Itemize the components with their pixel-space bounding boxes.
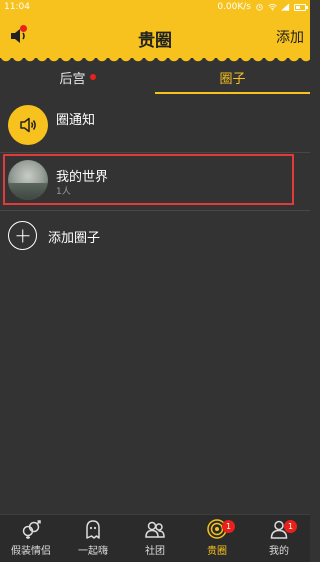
status-time: 11:04 bbox=[4, 2, 30, 12]
couple-icon bbox=[22, 520, 41, 539]
nav-item-party[interactable]: 一起嗨 bbox=[62, 515, 124, 562]
circle-name: 我的世界 bbox=[56, 170, 109, 185]
circle-avatar bbox=[8, 160, 48, 200]
nav-label: 我的 bbox=[269, 546, 289, 557]
badge: 1 bbox=[222, 520, 235, 533]
nav-item-me[interactable]: 我的 1 bbox=[248, 515, 310, 562]
battery-icon bbox=[294, 3, 308, 11]
group-icon bbox=[145, 521, 165, 538]
nav-item-circles[interactable]: 贵圈 1 bbox=[186, 515, 248, 562]
plus-icon bbox=[8, 221, 37, 250]
nav-item-club[interactable]: 社团 bbox=[124, 515, 186, 562]
tab-harem[interactable]: 后宫 bbox=[0, 60, 155, 94]
circle-list-item[interactable]: 我的世界 1人 bbox=[0, 153, 310, 209]
tab-circles[interactable]: 圈子 bbox=[155, 60, 310, 94]
circle-notice-row[interactable]: 圈通知 bbox=[0, 97, 310, 153]
tab-label: 圈子 bbox=[219, 71, 246, 87]
status-bar: 11:04 0.00K/s bbox=[0, 0, 310, 14]
network-speed: 0.00K/s bbox=[217, 2, 251, 12]
speaker-icon bbox=[8, 105, 48, 145]
nav-label: 社团 bbox=[145, 546, 165, 557]
tab-unread-dot bbox=[89, 74, 96, 80]
nav-label: 假装情侣 bbox=[11, 546, 51, 557]
page-title: 贵圈 bbox=[138, 31, 172, 51]
signal-icon bbox=[281, 3, 290, 11]
tab-bar: 后宫 圈子 bbox=[0, 60, 310, 94]
circle-member-count: 1人 bbox=[56, 187, 71, 197]
badge: 1 bbox=[284, 520, 297, 533]
nav-label: 贵圈 bbox=[207, 546, 227, 557]
nav-label: 一起嗨 bbox=[78, 546, 108, 557]
status-icons: 0.00K/s bbox=[217, 2, 308, 12]
nav-item-fake-couple[interactable]: 假装情侣 bbox=[0, 515, 62, 562]
add-button[interactable]: 添加 bbox=[276, 27, 304, 47]
add-circle-label: 添加圈子 bbox=[48, 231, 101, 246]
divider bbox=[0, 210, 310, 211]
wifi-icon bbox=[268, 3, 277, 11]
alarm-icon bbox=[256, 4, 263, 11]
bottom-nav: 假装情侣 一起嗨 社团 贵圈 1 我的 1 bbox=[0, 514, 310, 562]
ghost-icon bbox=[86, 520, 100, 539]
add-circle-row[interactable]: 添加圈子 bbox=[0, 212, 310, 258]
tab-label: 后宫 bbox=[59, 71, 86, 87]
app-header: 贵圈 添加 bbox=[0, 14, 310, 58]
circle-notice-label: 圈通知 bbox=[56, 113, 96, 128]
